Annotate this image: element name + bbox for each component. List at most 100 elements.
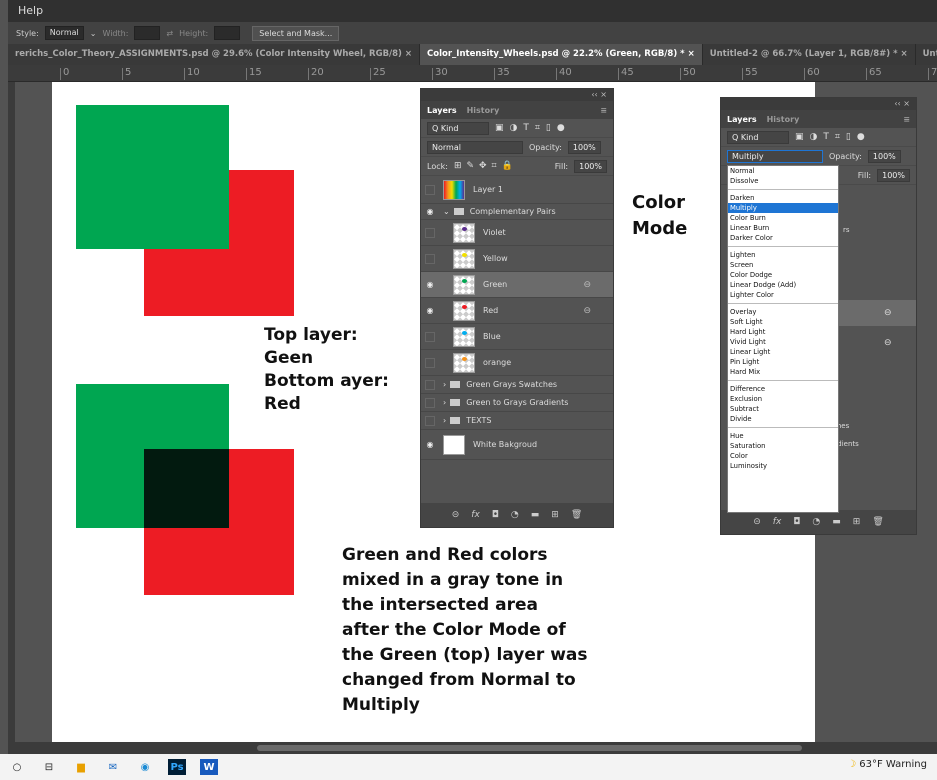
blend-mode-option[interactable]: Screen [728,260,838,270]
adjustment-icon-2[interactable]: ◔ [812,517,820,527]
visibility-toggle[interactable] [425,331,435,342]
blend-mode-option[interactable]: Difference [728,384,838,394]
visibility-toggle[interactable] [425,397,435,408]
eye-icon[interactable]: ◉ [421,440,439,449]
layer-row[interactable]: Violet [421,220,613,246]
tab-color-intensity-wheels[interactable]: Color_Intensity_Wheels.psd @ 22.2% (Gree… [420,44,703,65]
width-input[interactable] [134,26,161,40]
task-view-icon[interactable]: ⊟ [40,759,58,775]
layer-row[interactable]: orange [421,350,613,376]
filter-icons-2[interactable]: ▣◑T⌗▯● [795,132,871,142]
blend-mode-select-2[interactable]: Multiply [727,149,823,163]
blend-mode-option[interactable]: Luminosity [728,461,838,471]
link-icon-2[interactable]: ⊝ [753,517,761,527]
photoshop-icon[interactable]: Ps [168,759,186,775]
opacity-input[interactable]: 100% [567,140,601,154]
layer-row[interactable]: › TEXTS [421,412,613,430]
blend-mode-option[interactable]: Color [728,451,838,461]
visibility-toggle[interactable] [425,184,435,195]
tab-untitled-3[interactable]: Untitled-3 @ 66.7% (Layer 1, RGB/8#) [916,44,937,65]
visibility-toggle[interactable] [425,357,435,368]
weather-widget[interactable]: ☽ 63°F Warning [847,759,927,770]
layer-row[interactable]: ◉ White Bakgroud [421,430,613,460]
visibility-toggle[interactable] [425,253,435,264]
blend-mode-option[interactable]: Soft Light [728,317,838,327]
new-layer-icon[interactable]: ⊞ [551,510,559,520]
lock-icons[interactable]: ⊞✎✥⌗🔒 [454,161,518,171]
search-icon[interactable]: ○ [8,759,26,775]
visibility-toggle[interactable] [425,415,435,426]
tab-layers-2[interactable]: Layers [727,115,757,124]
eye-icon[interactable]: ◉ [421,207,439,216]
fill-input-2[interactable]: 100% [877,168,910,182]
scrollbar-thumb[interactable] [257,745,802,751]
layer-row[interactable]: ◉ ⌄ Complementary Pairs [421,204,613,220]
blend-mode-option[interactable]: Dissolve [728,176,838,186]
visibility-toggle[interactable] [425,379,435,390]
blend-mode-option[interactable]: Color Dodge [728,270,838,280]
blend-mode-option[interactable]: Subtract [728,404,838,414]
tab-untitled-2[interactable]: Untitled-2 @ 66.7% (Layer 1, RGB/8#) * × [703,44,916,65]
kind-filter[interactable]: Q Kind [427,121,489,135]
blend-mode-option[interactable]: Darken [728,193,838,203]
mask-icon[interactable]: ◘ [492,510,499,520]
blend-mode-option[interactable]: Hue [728,431,838,441]
blend-mode-option[interactable]: Divide [728,414,838,424]
layer-row[interactable]: Blue [421,324,613,350]
select-and-mask-button[interactable]: Select and Mask... [252,25,340,41]
panel-menu-icon-2[interactable]: ≡ [903,115,910,124]
trash-icon[interactable]: 🗑 [571,510,582,520]
blend-mode-option[interactable]: Pin Light [728,357,838,367]
blend-mode-option[interactable]: Multiply [728,203,838,213]
adjustment-icon[interactable]: ◔ [511,510,519,520]
blend-mode-option[interactable]: Linear Burn [728,223,838,233]
opacity-input-2[interactable]: 100% [867,149,901,163]
chevron-right-icon[interactable]: › [443,380,446,389]
blend-mode-option[interactable]: Vivid Light [728,337,838,347]
layer-row[interactable]: › Green Grays Swatches [421,376,613,394]
chevron-right-icon[interactable]: › [443,398,446,407]
style-select[interactable]: Normal [44,26,84,40]
blend-mode-option[interactable]: Darker Color [728,233,838,243]
fx-icon[interactable]: fx [471,510,480,520]
word-icon[interactable]: W [200,759,218,775]
blend-mode-option[interactable]: Hard Light [728,327,838,337]
new-layer-icon-2[interactable]: ⊞ [853,517,861,527]
layer-row[interactable]: Yellow [421,246,613,272]
kind-filter-2[interactable]: Q Kind [727,130,789,144]
blend-mode-option[interactable]: Lighter Color [728,290,838,300]
menu-help[interactable]: Help [18,4,43,17]
edge-icon[interactable]: ◉ [136,759,154,775]
height-input[interactable] [214,26,241,40]
mask-icon-2[interactable]: ◘ [793,517,800,527]
chevron-right-icon[interactable]: › [443,416,446,425]
link-icon[interactable]: ⊝ [452,510,460,520]
layer-row[interactable]: › Green to Grays Gradients [421,394,613,412]
blend-mode-option[interactable]: Color Burn [728,213,838,223]
blend-mode-select[interactable]: Normal [427,140,523,154]
blend-mode-option[interactable]: Hard Mix [728,367,838,377]
fx-icon-2[interactable]: fx [773,517,782,527]
layer-row[interactable]: ◉ Green ⊖ [421,272,613,298]
file-explorer-icon[interactable]: ▆ [72,759,90,775]
blend-mode-option[interactable]: Lighten [728,250,838,260]
layer-row[interactable]: ◉ Red ⊖ [421,298,613,324]
folder-icon[interactable]: ▬ [531,510,540,520]
folder-icon-2[interactable]: ▬ [832,517,841,527]
blend-mode-option[interactable]: Linear Light [728,347,838,357]
filter-icons[interactable]: ▣◑T⌗▯● [495,123,571,133]
mail-icon[interactable]: ✉ [104,759,122,775]
blend-mode-option[interactable]: Overlay [728,307,838,317]
blend-mode-option[interactable]: Exclusion [728,394,838,404]
eye-icon[interactable]: ◉ [421,306,439,315]
tab-history-2[interactable]: History [767,115,800,124]
tab-layers[interactable]: Layers [427,106,457,115]
panel-menu-icon[interactable]: ≡ [600,106,607,115]
layer-row[interactable]: Layer 1 [421,176,613,204]
blend-mode-option[interactable]: Saturation [728,441,838,451]
eye-icon[interactable]: ◉ [421,280,439,289]
swap-icon[interactable]: ⇄ [166,29,173,38]
trash-icon-2[interactable]: 🗑 [872,517,883,527]
fill-input[interactable]: 100% [574,159,607,173]
tab-history[interactable]: History [467,106,500,115]
